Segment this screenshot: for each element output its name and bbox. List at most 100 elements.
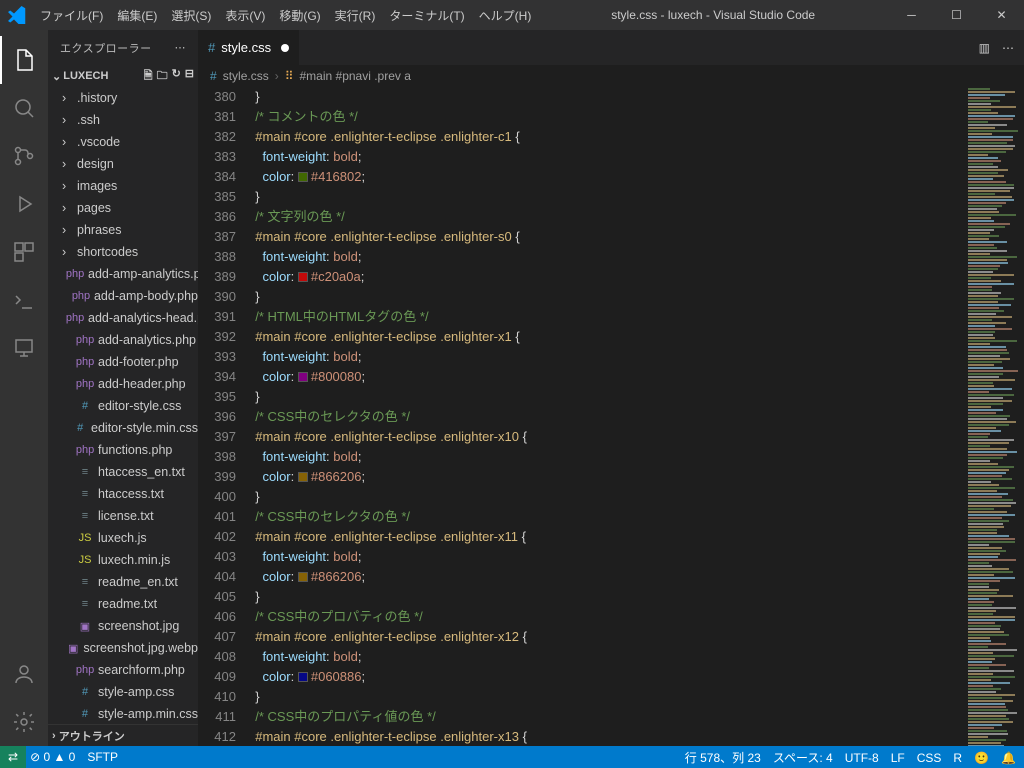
source-control-icon[interactable] <box>0 132 48 180</box>
file-row[interactable]: ≡readme_en.txt <box>48 571 198 593</box>
file-row[interactable]: JSluxech.min.js <box>48 549 198 571</box>
remote-icon[interactable] <box>0 276 48 324</box>
file-label: editor-style.css <box>98 399 181 413</box>
file-row[interactable]: ▣screenshot.jpg.webp <box>48 637 198 659</box>
breadcrumb-file[interactable]: style.css <box>223 69 269 83</box>
menu-item[interactable]: ヘルプ(H) <box>473 3 538 28</box>
dirty-indicator <box>281 44 289 52</box>
breadcrumb[interactable]: # style.css › ⠿ #main #pnavi .prev a <box>198 65 1024 87</box>
file-row[interactable]: php searchform.php <box>48 659 198 681</box>
chevron-right-icon: › <box>62 113 72 127</box>
file-row[interactable]: phpadd-footer.php <box>48 351 198 373</box>
window-title: style.css - luxech - Visual Studio Code <box>537 8 889 22</box>
menu-item[interactable]: 編集(E) <box>111 3 163 28</box>
minimap[interactable] <box>964 87 1024 746</box>
file-row[interactable]: ≡license.txt <box>48 505 198 527</box>
close-button[interactable]: ✕ <box>979 0 1024 30</box>
file-row[interactable]: ≡htaccess_en.txt <box>48 461 198 483</box>
more-icon[interactable]: ⋯ <box>175 41 187 54</box>
tab-style-css[interactable]: # style.css <box>198 30 300 65</box>
code-lines[interactable]: } /* コメントの色 */ #main #core .enlighter-t-… <box>248 87 1024 746</box>
folder-row[interactable]: ›pages <box>48 197 198 219</box>
menu-item[interactable]: 選択(S) <box>165 3 217 28</box>
outline-label: アウトライン <box>59 728 125 744</box>
status-item[interactable]: UTF-8 <box>845 751 879 765</box>
project-section[interactable]: ⌄LUXECH 🗎 🗀 ↻ ⊟ <box>48 65 198 87</box>
status-item[interactable]: CSS <box>917 751 942 765</box>
file-icon: ▣ <box>68 640 78 656</box>
status-item[interactable]: ⊘ 0 ▲ 0 <box>30 750 75 764</box>
menu-item[interactable]: 表示(V) <box>219 3 271 28</box>
extensions-icon[interactable] <box>0 228 48 276</box>
collapse-icon[interactable]: ⊟ <box>185 67 194 86</box>
file-row[interactable]: ≡readme.txt <box>48 593 198 615</box>
file-row[interactable]: #editor-style.min.css <box>48 417 198 439</box>
split-editor-icon[interactable]: ▥ <box>979 41 990 55</box>
file-row[interactable]: ≡htaccess.txt <box>48 483 198 505</box>
sftp-icon[interactable] <box>0 324 48 372</box>
menu-item[interactable]: 実行(R) <box>329 3 382 28</box>
title-bar: ファイル(F)編集(E)選択(S)表示(V)移動(G)実行(R)ターミナル(T)… <box>0 0 1024 30</box>
minimize-button[interactable]: ─ <box>889 0 934 30</box>
folder-row[interactable]: ›.vscode <box>48 131 198 153</box>
file-icon: php <box>77 354 93 370</box>
folder-row[interactable]: ›.history <box>48 87 198 109</box>
debug-icon[interactable] <box>0 180 48 228</box>
menu-item[interactable]: ターミナル(T) <box>383 3 470 28</box>
explorer-icon[interactable] <box>0 36 48 84</box>
file-row[interactable]: phpadd-analytics.php <box>48 329 198 351</box>
new-folder-icon[interactable]: 🗀 <box>157 67 168 86</box>
menu-item[interactable]: 移動(G) <box>273 3 326 28</box>
maximize-button[interactable]: ☐ <box>934 0 979 30</box>
chevron-right-icon: › <box>52 730 56 742</box>
new-file-icon[interactable]: 🗎 <box>144 67 153 86</box>
file-row[interactable]: #style-amp.min.css <box>48 703 198 724</box>
status-right[interactable]: 行 578、列 23 スペース: 4 UTF-8 LF CSS R 🙂 🔔 <box>673 749 1016 766</box>
chevron-right-icon: › <box>62 201 72 215</box>
file-label: searchform.php <box>98 663 185 677</box>
status-item[interactable]: R <box>953 751 962 765</box>
file-label: add-analytics.php <box>98 333 196 347</box>
file-row[interactable]: phpadd-analytics-head.php <box>48 307 198 329</box>
status-left[interactable]: ⊘ 0 ▲ 0 SFTP <box>30 750 130 764</box>
folder-row[interactable]: ›phrases <box>48 219 198 241</box>
file-label: add-analytics-head.php <box>88 311 198 325</box>
code-area[interactable]: 380 381 382 383 384 385 386 387 388 389 … <box>198 87 1024 746</box>
remote-indicator[interactable]: ⇄ <box>0 746 26 768</box>
file-row[interactable]: ▣screenshot.jpg <box>48 615 198 637</box>
file-icon: php <box>77 442 93 458</box>
tab-label: style.css <box>221 40 271 55</box>
chevron-right-icon: › <box>62 223 72 237</box>
folder-row[interactable]: ›images <box>48 175 198 197</box>
more-icon[interactable]: ⋯ <box>1002 41 1014 55</box>
status-item[interactable]: SFTP <box>87 750 118 764</box>
folder-row[interactable]: ›design <box>48 153 198 175</box>
settings-icon[interactable] <box>0 698 48 746</box>
refresh-icon[interactable]: ↻ <box>172 67 181 86</box>
status-item[interactable]: 🙂 <box>974 751 989 765</box>
file-row[interactable]: #style-amp.css <box>48 681 198 703</box>
file-row[interactable]: phpadd-amp-body.php <box>48 285 198 307</box>
outline-section[interactable]: › アウトライン <box>48 724 198 746</box>
menu-item[interactable]: ファイル(F) <box>34 3 109 28</box>
vscode-icon <box>0 6 34 24</box>
file-row[interactable]: phpfunctions.php <box>48 439 198 461</box>
account-icon[interactable] <box>0 650 48 698</box>
status-item[interactable]: 行 578、列 23 <box>685 751 761 765</box>
file-row[interactable]: phpadd-amp-analytics.php <box>48 263 198 285</box>
file-tree[interactable]: ›.history›.ssh›.vscode›design›images›pag… <box>48 87 198 724</box>
folder-row[interactable]: ›shortcodes <box>48 241 198 263</box>
file-row[interactable]: JSluxech.js <box>48 527 198 549</box>
file-icon: php <box>77 662 93 678</box>
search-icon[interactable] <box>0 84 48 132</box>
breadcrumb-selector[interactable]: #main #pnavi .prev a <box>300 69 411 83</box>
chevron-right-icon: › <box>62 135 72 149</box>
status-item[interactable]: スペース: 4 <box>773 751 833 765</box>
folder-row[interactable]: ›.ssh <box>48 109 198 131</box>
file-row[interactable]: #editor-style.css <box>48 395 198 417</box>
file-row[interactable]: phpadd-header.php <box>48 373 198 395</box>
folder-label: .history <box>77 91 117 105</box>
status-item[interactable]: 🔔 <box>1001 751 1016 765</box>
status-item[interactable]: LF <box>891 751 905 765</box>
file-label: htaccess_en.txt <box>98 465 185 479</box>
